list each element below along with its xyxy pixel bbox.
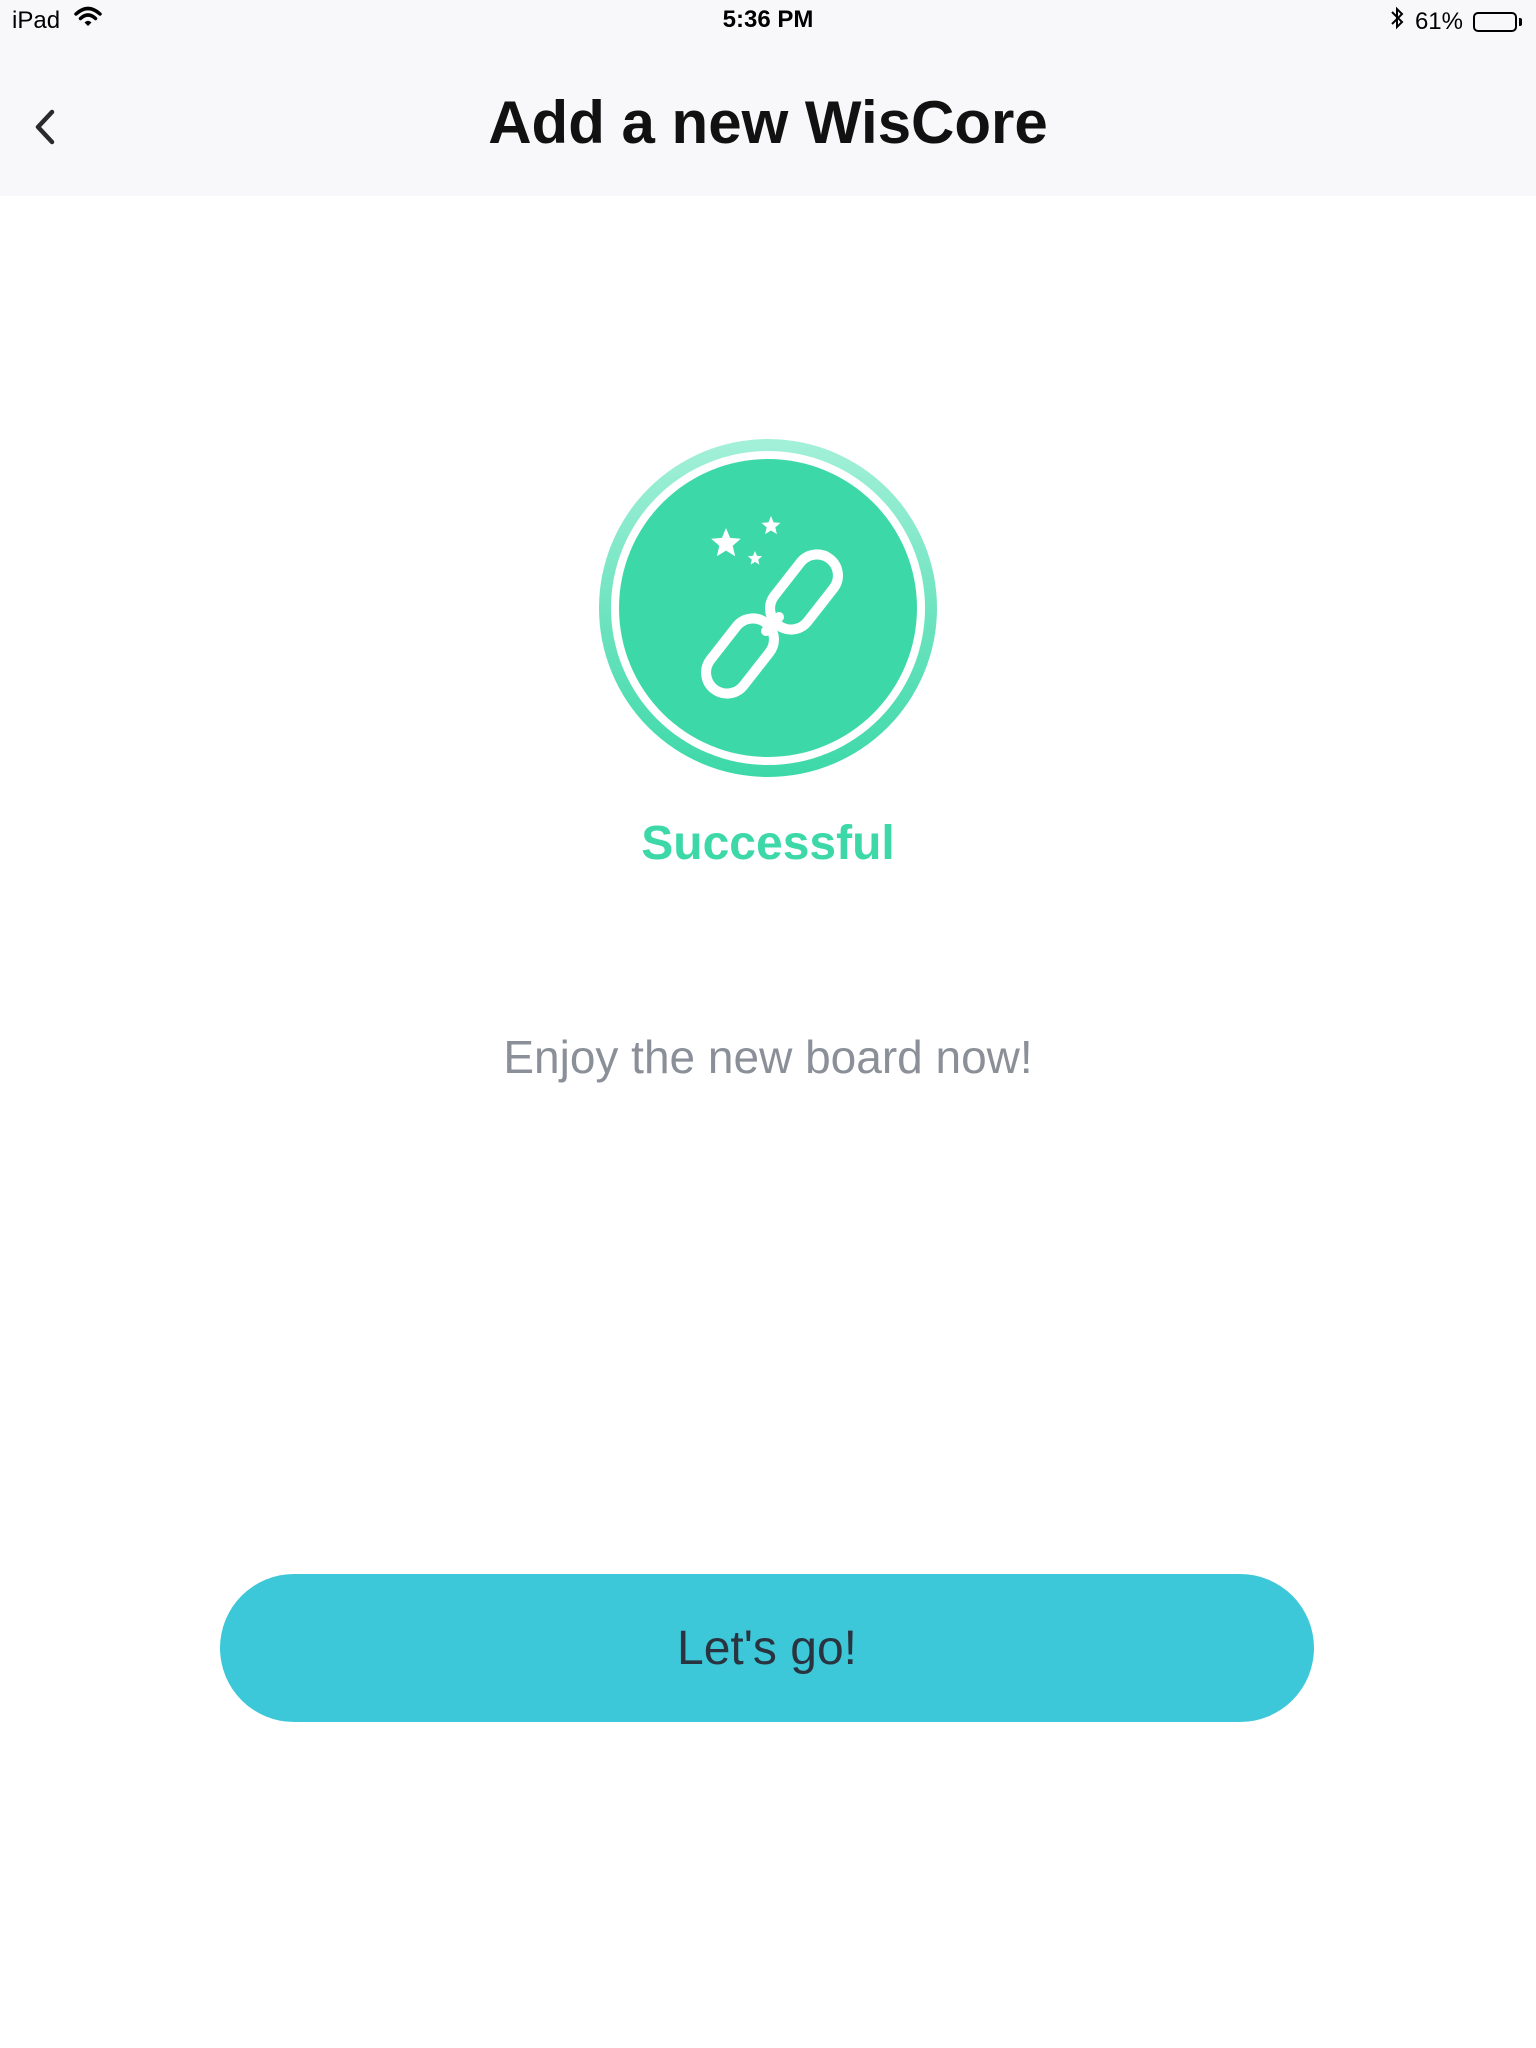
lets-go-button[interactable]: Let's go! (220, 1574, 1314, 1722)
navigation-bar: Add a new WisCore (0, 40, 1536, 196)
success-badge (598, 438, 938, 778)
bluetooth-icon (1389, 6, 1405, 37)
success-message-text: Enjoy the new board now! (503, 1031, 1033, 1083)
page-title: Add a new WisCore (488, 89, 1048, 156)
status-bar-right: 61% (1389, 6, 1522, 37)
battery-percent: 61% (1414, 7, 1463, 35)
success-status-text: Successful (641, 817, 895, 870)
status-time: 5:36 PM (722, 6, 814, 33)
battery-icon (1473, 11, 1522, 32)
status-bar: iPad 5:36 PM 61% (0, 0, 1536, 40)
